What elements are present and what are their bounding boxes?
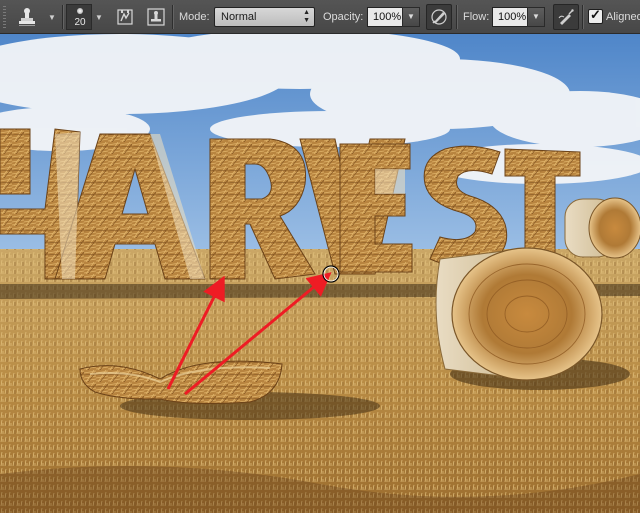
- flow-slider-button[interactable]: ▼: [527, 7, 545, 27]
- flow-value: 100%: [498, 11, 527, 23]
- select-arrows-icon: ▲ ▼: [303, 9, 310, 24]
- separator: [456, 5, 457, 29]
- checkmark-icon: ✓: [590, 7, 601, 22]
- options-bar: ▼ 20 ▼ Mode: Normal ▲ ▼ Opacity: 100% ▼ …: [0, 0, 640, 34]
- aligned-checkbox[interactable]: ✓: [588, 7, 603, 24]
- airbrush-button[interactable]: [553, 4, 579, 30]
- harvest-image: [0, 34, 640, 513]
- flow-input[interactable]: 100%: [492, 7, 528, 27]
- opacity-label: Opacity:: [323, 11, 364, 23]
- blend-mode-select[interactable]: Normal ▲ ▼: [214, 7, 315, 27]
- options-bar-grip[interactable]: [3, 6, 6, 28]
- toggle-brush-panel-icon: [117, 9, 133, 25]
- chevron-down-icon: ▼: [95, 13, 103, 22]
- opacity-value: 100%: [373, 11, 402, 23]
- chevron-down-icon: ▼: [407, 12, 415, 21]
- clone-stamp-icon: [19, 8, 35, 26]
- mode-label: Mode:: [179, 11, 210, 23]
- toggle-clone-source-panel-icon: [147, 8, 165, 26]
- soft-round-brush-icon: [77, 8, 83, 14]
- separator: [62, 5, 63, 29]
- opacity-slider-button[interactable]: ▼: [402, 7, 420, 27]
- brush-preset-picker[interactable]: 20 ▼: [66, 4, 106, 30]
- chevron-down-icon: ▼: [532, 12, 540, 21]
- tool-preset-picker[interactable]: ▼: [12, 5, 58, 29]
- aligned-label: Aligned: [606, 11, 640, 23]
- blend-mode-value: Normal: [221, 11, 257, 23]
- large-hay-bale: [435, 247, 603, 381]
- far-hay-bale: [564, 197, 640, 259]
- opacity-input[interactable]: 100%: [367, 7, 403, 27]
- separator: [582, 5, 583, 29]
- tablet-pressure-opacity-icon: [431, 9, 447, 25]
- chevron-down-icon: ▼: [48, 13, 56, 22]
- brush-size-value: 20: [74, 17, 86, 28]
- toggle-brush-panel-button[interactable]: [113, 5, 137, 29]
- flow-label: Flow:: [463, 11, 490, 23]
- brush-preview: 20: [66, 4, 92, 30]
- tablet-pressure-opacity-button[interactable]: [426, 4, 452, 30]
- airbrush-icon: [558, 9, 574, 25]
- toggle-clone-source-panel-button[interactable]: [144, 5, 168, 29]
- separator: [172, 5, 173, 29]
- document-canvas[interactable]: [0, 34, 640, 513]
